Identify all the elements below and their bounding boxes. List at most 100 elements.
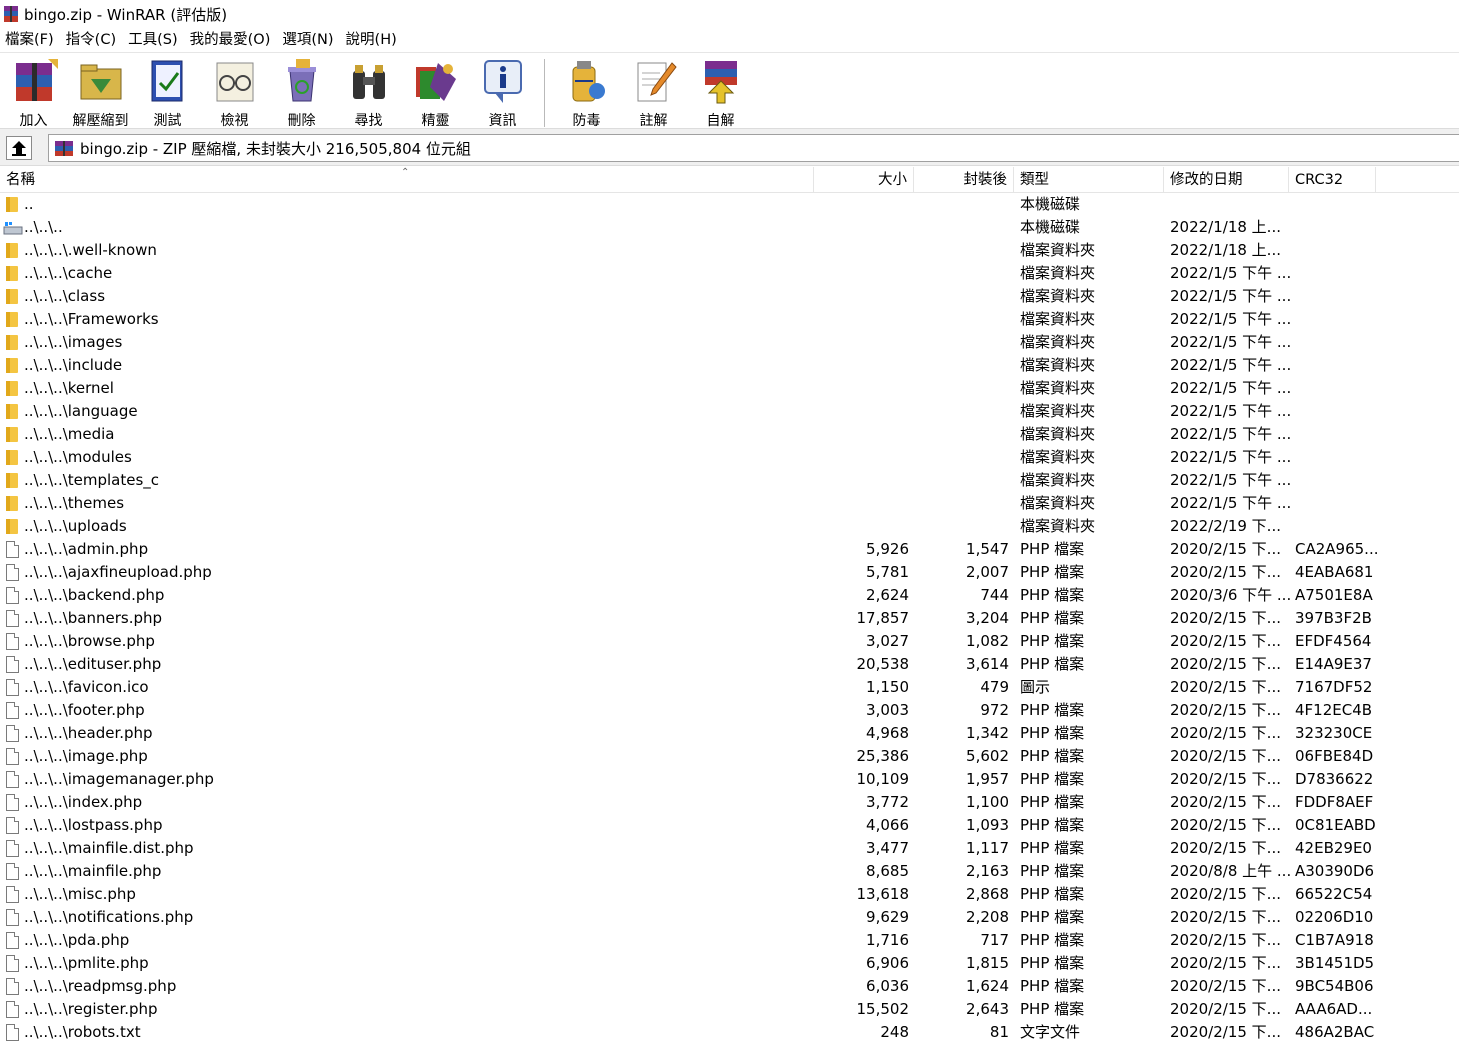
menu-commands[interactable]: 指令(C) (61, 28, 123, 52)
file-modified-date: 2020/2/15 下... (1170, 839, 1281, 857)
file-row[interactable]: ..\..\..\mainfile.php 8,685 2,163 PHP 檔案 202… (0, 860, 1459, 883)
file-row[interactable]: ..\..\..\ajaxfineupload.php 5,781 2,007 PHP… (0, 561, 1459, 584)
file-row[interactable]: ..\..\..\images 檔案資料夾 2022/1/5 下午 ... (0, 331, 1459, 354)
info-button[interactable]: 資訊 (469, 53, 536, 129)
file-row[interactable]: ..\..\..\banners.php 17,857 3,204 PHP 檔案 202… (0, 607, 1459, 630)
file-name: ..\..\..\mainfile.dist.php (24, 837, 814, 860)
file-modified-date (1170, 193, 1290, 216)
winrar-app-icon[interactable] (2, 5, 20, 23)
address-field[interactable]: bingo.zip - ZIP 壓縮檔, 未封裝大小 216,505,804 位… (48, 134, 1459, 162)
folder-icon (6, 266, 18, 281)
find-label: 尋找 (354, 113, 383, 129)
file-name: ..\..\..\pmlite.php (24, 952, 814, 975)
file-packed-size (909, 469, 1009, 492)
file-row[interactable]: ..\..\..\index.php 3,772 1,100 PHP 檔案 2020/2… (0, 791, 1459, 814)
file-icon (6, 771, 19, 788)
file-packed-size (909, 239, 1009, 262)
file-name: ..\..\..\media (24, 423, 814, 446)
file-icon (6, 794, 19, 811)
add-button[interactable]: 加入 (0, 53, 67, 129)
menu-help[interactable]: 說明(H) (341, 28, 404, 52)
wizard-button[interactable]: 精靈 (402, 53, 469, 129)
info-label: 資訊 (488, 113, 517, 129)
file-row[interactable]: ..\..\..\language 檔案資料夾 2022/1/5 下午 ... (0, 400, 1459, 423)
file-row[interactable]: ..\..\..\include 檔案資料夾 2022/1/5 下午 ... (0, 354, 1459, 377)
menu-favorites[interactable]: 我的最愛(O) (185, 28, 278, 52)
file-name: ..\..\..\templates_c (24, 469, 814, 492)
file-row[interactable]: ..\..\..\templates_c 檔案資料夾 2022/1/5 下午 ... (0, 469, 1459, 492)
file-row[interactable]: ..\..\..\pmlite.php 6,906 1,815 PHP 檔案 2020/… (0, 952, 1459, 975)
file-row[interactable]: ..\..\..\kernel 檔案資料夾 2022/1/5 下午 ... (0, 377, 1459, 400)
file-row[interactable]: ..\..\..\cache 檔案資料夾 2022/1/5 下午 ... (0, 262, 1459, 285)
menu-tools[interactable]: 工具(S) (123, 28, 185, 52)
file-modified-date: 2020/2/15 下... (1170, 793, 1281, 811)
view-button[interactable]: 檢視 (201, 53, 268, 129)
file-size: 1,150 (866, 678, 909, 696)
file-size: 1,716 (866, 931, 909, 949)
file-packed-size: 1,547 (966, 540, 1009, 558)
file-packed-size (909, 377, 1009, 400)
file-crc: 4EABA681 (1295, 563, 1374, 581)
file-type: PHP 檔案 (1020, 724, 1085, 742)
file-row[interactable]: ..\..\..\pda.php 1,716 717 PHP 檔案 2020/2/15 … (0, 929, 1459, 952)
file-row[interactable]: ..\..\..\edituser.php 20,538 3,614 PHP 檔案 20… (0, 653, 1459, 676)
file-icon (6, 541, 19, 558)
file-row[interactable]: ..\..\..\image.php 25,386 5,602 PHP 檔案 2020/… (0, 745, 1459, 768)
column-type-header[interactable]: 類型 (1014, 167, 1164, 193)
file-row[interactable]: ..\..\..\media 檔案資料夾 2022/1/5 下午 ... (0, 423, 1459, 446)
column-packed-header[interactable]: 封裝後 (914, 167, 1014, 193)
file-row[interactable]: ..\..\..\themes 檔案資料夾 2022/1/5 下午 ... (0, 492, 1459, 515)
file-crc: A30390D6 (1295, 862, 1375, 880)
file-row[interactable]: ..\..\..\register.php 15,502 2,643 PHP 檔案 20… (0, 998, 1459, 1021)
file-row[interactable]: ..\..\..\robots.txt 248 81 文字文件 2020/2/15 下.… (0, 1021, 1459, 1044)
column-crc-header[interactable]: CRC32 (1289, 167, 1376, 193)
window-title: bingo.zip - WinRAR (評估版) (24, 5, 228, 24)
file-packed-size: 1,117 (966, 839, 1009, 857)
file-type: PHP 檔案 (1020, 839, 1085, 857)
comment-button[interactable]: 註解 (620, 53, 687, 129)
file-row[interactable]: ..\..\..\modules 檔案資料夾 2022/1/5 下午 ... (0, 446, 1459, 469)
file-row[interactable]: ..\..\..\favicon.ico 1,150 479 圖示 2020/2/15 … (0, 676, 1459, 699)
extract-to-button[interactable]: 解壓縮到 (67, 53, 134, 129)
comment-pencil-icon (628, 57, 680, 105)
folder-icon (6, 243, 18, 258)
file-row[interactable]: ..\..\..\mainfile.dist.php 3,477 1,117 PHP … (0, 837, 1459, 860)
file-row[interactable]: ..\..\..\browse.php 3,027 1,082 PHP 檔案 2020/… (0, 630, 1459, 653)
file-icon (6, 679, 19, 696)
column-size-header[interactable]: 大小 (814, 167, 914, 193)
virus-scan-button[interactable]: 防毒 (553, 53, 620, 129)
menu-file[interactable]: 檔案(F) (0, 28, 61, 52)
file-row[interactable]: ..\..\..\readpmsg.php 6,036 1,624 PHP 檔案 202… (0, 975, 1459, 998)
file-row[interactable]: ..\..\..\notifications.php 9,629 2,208 PHP … (0, 906, 1459, 929)
column-modified-header[interactable]: 修改的日期 (1164, 167, 1289, 193)
file-size: 17,857 (856, 609, 910, 627)
file-row[interactable]: ..\..\..\imagemanager.php 10,109 1,957 PHP … (0, 768, 1459, 791)
file-row[interactable]: ..\..\..\.well-known 檔案資料夾 2022/1/18 上... (0, 239, 1459, 262)
file-row[interactable]: ..\..\..\footer.php 3,003 972 PHP 檔案 2020/2/… (0, 699, 1459, 722)
file-row[interactable]: ..\..\..\Frameworks 檔案資料夾 2022/1/5 下午 ... (0, 308, 1459, 331)
file-row[interactable]: ..\..\.. 本機磁碟 2022/1/18 上... (0, 216, 1459, 239)
file-type: 檔案資料夾 (1020, 310, 1096, 328)
file-row[interactable]: ..\..\..\misc.php 13,618 2,868 PHP 檔案 2020/2… (0, 883, 1459, 906)
file-row[interactable]: ..\..\..\header.php 4,968 1,342 PHP 檔案 2020/… (0, 722, 1459, 745)
file-name: ..\..\..\imagemanager.php (24, 768, 814, 791)
file-row[interactable]: ..\..\..\backend.php 2,624 744 PHP 檔案 2020/3… (0, 584, 1459, 607)
file-row[interactable]: ..\..\..\admin.php 5,926 1,547 PHP 檔案 2020/2… (0, 538, 1459, 561)
find-button[interactable]: 尋找 (335, 53, 402, 129)
file-name: ..\..\..\notifications.php (24, 906, 814, 929)
file-modified-date: 2020/8/8 上午 ... (1170, 862, 1290, 880)
file-type: 圖示 (1020, 678, 1051, 696)
file-row[interactable]: ..\..\..\class 檔案資料夾 2022/1/5 下午 ... (0, 285, 1459, 308)
delete-button[interactable]: 刪除 (268, 53, 335, 129)
file-name: ..\..\..\favicon.ico (24, 676, 814, 699)
file-row[interactable]: ..\..\..\lostpass.php 4,066 1,093 PHP 檔案 202… (0, 814, 1459, 837)
test-button[interactable]: 測試 (134, 53, 201, 129)
menu-options[interactable]: 選項(N) (277, 28, 340, 52)
file-crc: 42EB29E0 (1295, 839, 1372, 857)
view-glasses-icon (209, 57, 261, 105)
file-row[interactable]: ..\..\..\uploads 檔案資料夾 2022/2/19 下... (0, 515, 1459, 538)
file-row[interactable]: .. 本機磁碟 (0, 193, 1459, 216)
sfx-button[interactable]: 自解 (687, 53, 754, 129)
file-size: 8,685 (866, 862, 909, 880)
up-folder-button[interactable] (6, 136, 32, 160)
